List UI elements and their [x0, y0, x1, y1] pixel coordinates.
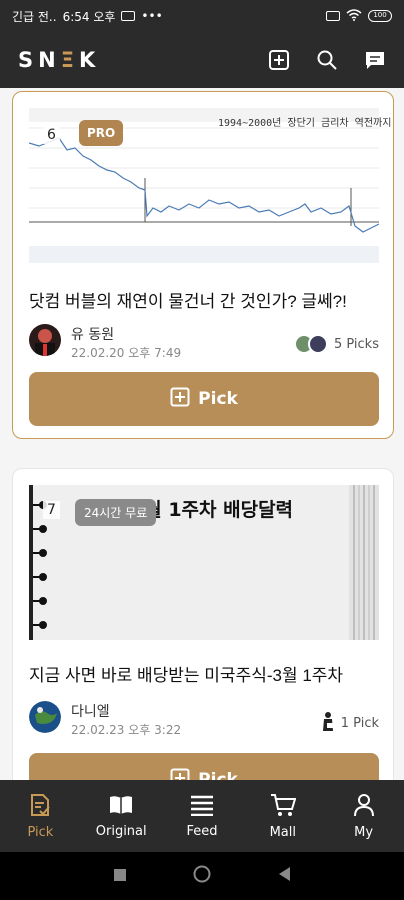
status-more: ••• — [141, 9, 163, 23]
pick-button[interactable]: Pick — [29, 372, 379, 426]
thumbnail-caption: 1994~2000년 장단기 금리차 역전까지 — [218, 118, 392, 129]
feed-list[interactable]: 1994~2000년 장단기 금리차 역전까지 6 PRO 닷컴 버블의 재연이… — [0, 88, 404, 780]
pick-count: 5 Picks — [293, 334, 379, 354]
pick-button[interactable]: Pick — [29, 753, 379, 780]
nav-my[interactable]: My — [323, 780, 404, 852]
nav-mall[interactable]: Mall — [242, 780, 323, 852]
rank-number: 7 — [43, 501, 60, 519]
pro-badge: PRO — [79, 120, 124, 146]
picker-avatar-icon — [321, 711, 335, 735]
chat-icon[interactable] — [364, 49, 386, 71]
back-icon[interactable] — [277, 866, 291, 886]
free-badge: 24시간 무료 — [75, 499, 157, 526]
status-carrier: 긴급 전.. — [12, 9, 57, 24]
plus-box-icon — [170, 387, 190, 412]
nav-feed[interactable]: Feed — [162, 780, 243, 852]
author-name[interactable]: 유 동원 — [71, 324, 114, 344]
recent-apps-icon[interactable] — [113, 867, 127, 886]
post-date: 22.02.23 오후 3:22 — [71, 723, 182, 737]
pick-count: 1 Pick — [321, 711, 379, 735]
post-title[interactable]: 지금 사면 바로 배당받는 미국주식-3월 1주차 — [29, 661, 343, 686]
system-nav-bar — [0, 852, 404, 900]
avatar[interactable] — [29, 701, 61, 733]
battery-icon: 100 — [368, 10, 392, 22]
search-icon[interactable] — [316, 49, 338, 71]
bottom-nav: Pick Original Feed Mall My — [0, 780, 404, 852]
add-post-icon[interactable] — [268, 49, 290, 71]
post-card[interactable]: 1994~2000년 장단기 금리차 역전까지 6 PRO 닷컴 버블의 재연이… — [12, 91, 394, 439]
nav-original[interactable]: Original — [81, 780, 162, 852]
post-title[interactable]: 닷컴 버블의 재연이 물건너 간 것인가? 글쎄?! — [29, 287, 347, 312]
author-name[interactable]: 다니엘 — [71, 701, 110, 721]
app-bar: SNΞK — [0, 32, 404, 88]
notification-icon — [121, 11, 136, 21]
plus-box-icon — [170, 768, 190, 780]
screen-icon — [326, 11, 340, 21]
nav-pick[interactable]: Pick — [0, 780, 81, 852]
status-time: 6:54 오후 — [62, 9, 116, 24]
wifi-icon — [346, 8, 362, 24]
pick-document-icon — [29, 793, 51, 821]
post-date: 22.02.20 오후 7:49 — [71, 346, 182, 360]
author-row: 다니엘 22.02.23 오후 3:22 1 Pick — [29, 701, 379, 737]
app-logo[interactable]: SNΞK — [18, 48, 100, 72]
home-icon[interactable] — [193, 865, 211, 887]
book-icon — [108, 794, 134, 820]
post-card[interactable]: 3월 1주차 배당달력 7 24시간 무료 지금 사면 바로 배당받는 미국주식… — [12, 468, 394, 780]
author-row: 유 동원 22.02.20 오후 7:49 5 Picks — [29, 324, 379, 360]
picker-avatars — [293, 334, 328, 354]
status-bar: 긴급 전.. 6:54 오후 ••• 100 — [0, 0, 404, 32]
feed-list-icon — [190, 794, 214, 820]
person-icon — [353, 793, 375, 821]
rank-number: 6 — [43, 126, 60, 144]
avatar[interactable] — [29, 324, 61, 356]
cart-icon — [270, 793, 297, 821]
